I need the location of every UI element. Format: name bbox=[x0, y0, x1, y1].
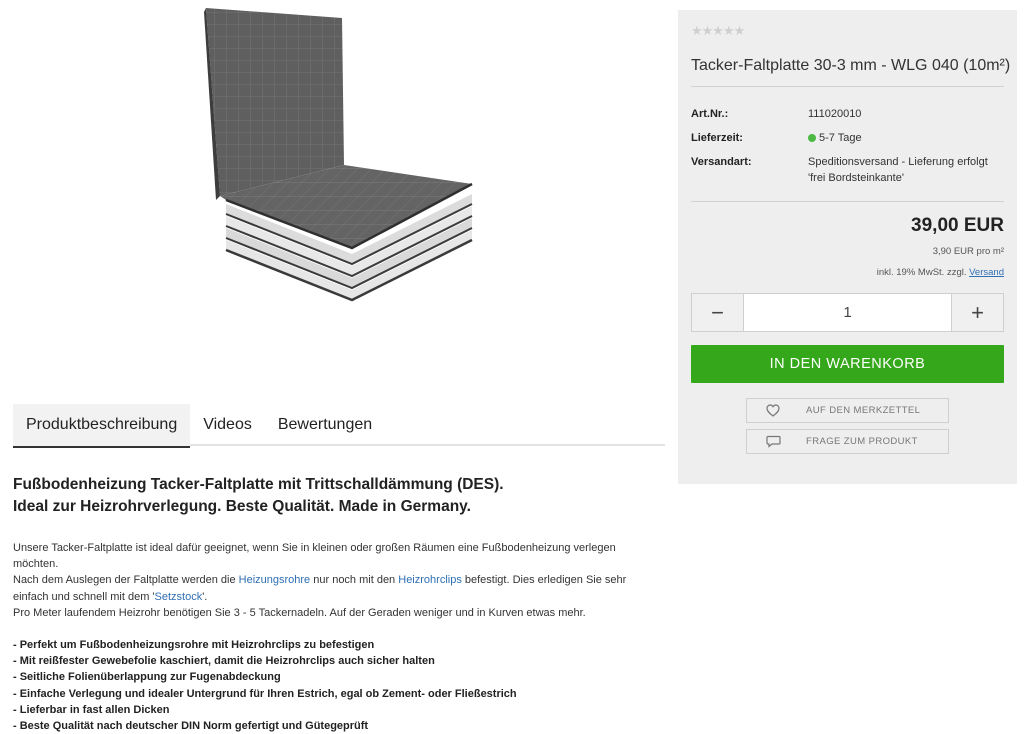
tab-bewertungen[interactable]: Bewertungen bbox=[265, 404, 385, 446]
link-heizungsrohre[interactable]: Heizungsrohre bbox=[239, 574, 311, 586]
question-label: Frage zum Produkt bbox=[806, 436, 918, 447]
divider bbox=[691, 201, 1004, 202]
add-to-wishlist-button[interactable]: Auf den Merkzettel bbox=[746, 398, 949, 423]
delivery-time-value: 5-7 Tage bbox=[819, 132, 862, 144]
minus-icon: − bbox=[711, 299, 724, 325]
quantity-input[interactable] bbox=[744, 294, 951, 331]
buy-box: ★★★★★ Tacker-Faltplatte 30-3 mm - WLG 04… bbox=[678, 10, 1017, 484]
increase-quantity-button[interactable]: + bbox=[951, 294, 1003, 331]
description-paragraph-2: Nach dem Auslegen der Faltplatte werden … bbox=[13, 572, 653, 604]
product-image[interactable] bbox=[190, 0, 490, 310]
tax-text: inkl. 19% MwSt. zzgl. bbox=[876, 267, 970, 278]
description-heading-line1: Fußbodenheizung Tacker-Faltplatte mit Tr… bbox=[13, 476, 504, 493]
property-label: Versandart: bbox=[691, 156, 752, 168]
product-title: Tacker-Faltplatte 30-3 mm - WLG 040 (10m… bbox=[691, 57, 1011, 74]
feature-item: - Perfekt um Fußbodenheizungsrohre mit H… bbox=[13, 639, 375, 652]
property-label: Lieferzeit: bbox=[691, 132, 743, 144]
product-description: Fußbodenheizung Tacker-Faltplatte mit Tr… bbox=[13, 474, 653, 734]
p2-text-d: '. bbox=[202, 590, 208, 603]
unit-price: 3,90 EUR pro m² bbox=[932, 246, 1004, 257]
speech-bubble-icon bbox=[765, 435, 781, 449]
product-tabs: Produktbeschreibung Videos Bewertungen bbox=[13, 404, 665, 448]
product-properties: Art.Nr.: 111020010 Lieferzeit: 5-7 Tage … bbox=[691, 106, 1004, 194]
feature-item: - Lieferbar in fast allen Dicken bbox=[13, 703, 170, 716]
plus-icon: + bbox=[971, 299, 984, 325]
description-heading-line2: Ideal zur Heizrohrverlegung. Beste Quali… bbox=[13, 498, 471, 515]
property-value: Speditionsversand - Lieferung erfolgt 'f… bbox=[808, 156, 988, 184]
property-label: Art.Nr.: bbox=[691, 108, 729, 120]
feature-item: - Einfache Verlegung und idealer Untergr… bbox=[13, 687, 517, 700]
product-price: 39,00 EUR bbox=[911, 215, 1004, 236]
wishlist-label: Auf den Merkzettel bbox=[806, 405, 921, 416]
description-heading: Fußbodenheizung Tacker-Faltplatte mit Tr… bbox=[13, 474, 653, 518]
property-article-number: Art.Nr.: 111020010 bbox=[691, 106, 1004, 122]
feature-item: - Beste Qualität nach deutscher DIN Norm… bbox=[13, 720, 369, 733]
availability-status-icon bbox=[808, 134, 816, 142]
p2-text-b: nur noch mit den bbox=[310, 574, 399, 587]
decrease-quantity-button[interactable]: − bbox=[692, 294, 744, 331]
tab-videos[interactable]: Videos bbox=[190, 404, 265, 446]
divider bbox=[691, 86, 1004, 87]
shipping-link[interactable]: Versand bbox=[969, 267, 1004, 278]
link-heizrohrclips[interactable]: Heizrohrclips bbox=[398, 574, 462, 586]
link-setzstock[interactable]: Setzstock bbox=[155, 591, 203, 603]
feature-item: - Seitliche Folienüberlappung zur Fugena… bbox=[13, 671, 281, 684]
add-to-cart-button[interactable]: In den Warenkorb bbox=[691, 345, 1004, 383]
p2-text-a: Nach dem Auslegen der Faltplatte werden … bbox=[13, 574, 239, 587]
property-value: 111020010 bbox=[808, 108, 862, 120]
feature-item: - Mit reißfester Gewebefolie kaschiert, … bbox=[13, 655, 435, 668]
product-image-graphic bbox=[204, 8, 473, 302]
feature-list: - Perfekt um Fußbodenheizungsrohre mit H… bbox=[13, 637, 653, 734]
tab-produktbeschreibung[interactable]: Produktbeschreibung bbox=[13, 404, 191, 448]
description-paragraph-1: Unsere Tacker-Faltplatte ist ideal dafür… bbox=[13, 542, 616, 571]
property-shipping-type: Versandart: Speditionsversand - Lieferun… bbox=[691, 154, 1004, 186]
rating-stars[interactable]: ★★★★★ bbox=[691, 23, 745, 39]
tax-info: inkl. 19% MwSt. zzgl. Versand bbox=[877, 267, 1004, 278]
description-paragraph-3: Pro Meter laufendem Heizrohr benötigen S… bbox=[13, 606, 586, 619]
property-delivery-time: Lieferzeit: 5-7 Tage bbox=[691, 130, 1004, 146]
description-text: Unsere Tacker-Faltplatte ist ideal dafür… bbox=[13, 540, 653, 621]
quantity-stepper: − + bbox=[691, 293, 1004, 332]
property-value: 5-7 Tage bbox=[808, 130, 1004, 146]
ask-question-button[interactable]: Frage zum Produkt bbox=[746, 429, 949, 454]
heart-icon bbox=[765, 404, 781, 418]
